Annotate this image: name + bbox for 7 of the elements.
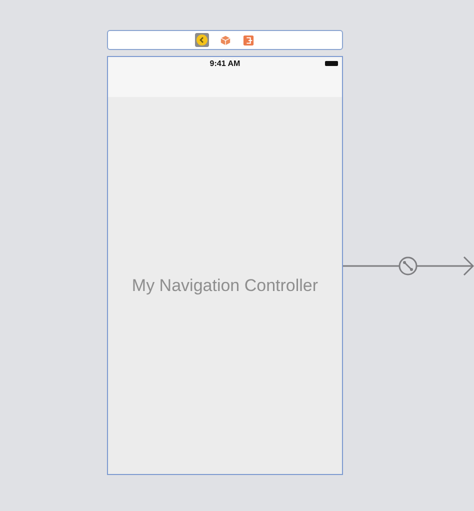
scene-title: My Navigation Controller (132, 276, 318, 296)
battery-icon (325, 61, 338, 66)
segue-arrow[interactable] (343, 256, 474, 276)
status-time: 9:41 AM (210, 59, 240, 68)
cube-icon[interactable] (218, 33, 232, 47)
view-controller-icon[interactable] (195, 33, 209, 47)
exit-icon[interactable] (241, 33, 255, 47)
